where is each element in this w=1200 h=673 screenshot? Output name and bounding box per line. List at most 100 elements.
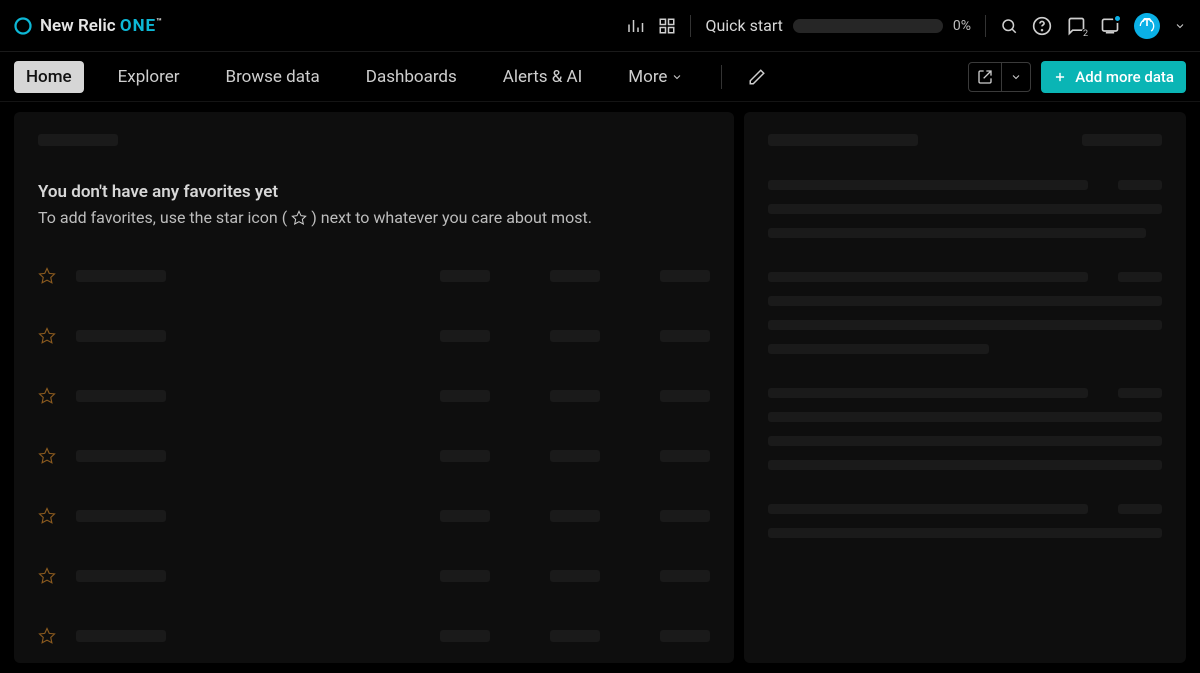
skeleton-bar [660,570,710,582]
nav-explorer[interactable]: Explorer [106,61,192,93]
favorites-skeleton-list [38,267,710,645]
skeleton-bar [660,330,710,342]
favorites-skeleton-row [38,507,710,525]
share-dropdown[interactable] [1001,63,1030,91]
notification-dot [1113,14,1122,23]
share-button[interactable] [969,63,1001,91]
star-icon[interactable] [38,387,56,405]
feed-icon[interactable] [1100,16,1120,36]
skeleton-bar [440,330,490,342]
skeleton-bar [550,390,600,402]
nav-right: Add more data [968,61,1186,93]
skeleton-bar [1118,388,1162,398]
skeleton-bar [768,504,1088,514]
skeleton-bar [76,270,166,282]
skeleton-bar [550,510,600,522]
nav-home[interactable]: Home [14,61,84,93]
skeleton-bar [768,134,918,146]
account-avatar[interactable] [1134,13,1160,39]
skeleton-bar [768,228,1146,238]
feed-item-skeleton [768,388,1162,470]
nav-more-label: More [628,67,667,87]
search-icon[interactable] [1000,17,1018,35]
feed-item-skeleton [768,504,1162,538]
edit-nav-icon[interactable] [748,68,766,86]
brand-tm: ™ [156,17,162,27]
share-control [968,62,1031,92]
favorites-empty-subtitle: To add favorites, use the star icon ( ) … [38,208,710,227]
skeleton-bar [660,630,710,642]
skeleton-bar [768,272,1088,282]
add-data-label: Add more data [1075,68,1174,86]
skeleton-bar [550,630,600,642]
favorites-skeleton-row [38,387,710,405]
skeleton-bar [1082,134,1162,146]
nav-dashboards[interactable]: Dashboards [354,61,469,93]
skeleton-bar [1118,272,1162,282]
quick-start-percent: 0% [953,18,971,34]
skeleton-bar [768,204,1162,214]
star-icon [291,210,307,226]
skeleton-bar [550,570,600,582]
skeleton-bar [440,510,490,522]
favorites-skeleton-row [38,627,710,645]
favorites-sub-a: To add favorites, use the star icon ( [38,208,287,227]
skeleton-bar [768,528,1162,538]
add-data-button[interactable]: Add more data [1041,61,1186,93]
brand-name-b: ONE [120,16,156,36]
skeleton-bar [440,390,490,402]
header-tools: Quick start 0% 2 [626,13,1186,39]
star-icon[interactable] [38,507,56,525]
skeleton-bar [768,460,1162,470]
star-icon[interactable] [38,447,56,465]
star-icon[interactable] [38,267,56,285]
favorites-skeleton-row [38,447,710,465]
skeleton-bar [660,390,710,402]
nav-browse-data[interactable]: Browse data [213,61,331,93]
skeleton-bar [768,412,1162,422]
header-divider [690,15,691,37]
brand-logo[interactable]: New Relic ONE™ [14,16,162,36]
skeleton-bar [76,510,166,522]
header-divider [985,15,986,37]
skeleton-bar [76,390,166,402]
feed-item-skeleton [768,272,1162,354]
chart-icon[interactable] [626,17,644,35]
skeleton-bar [660,450,710,462]
global-header: New Relic ONE™ Quick start 0% [0,0,1200,52]
newrelic-logo-icon [14,17,32,35]
brand-name-a: New Relic [40,16,116,36]
favorites-skeleton-row [38,567,710,585]
chevron-down-icon [671,71,683,83]
skeleton-bar [768,436,1162,446]
skeleton-bar [76,450,166,462]
favorites-sub-b: ) next to whatever you care about most. [311,208,592,227]
favorites-skeleton-row [38,267,710,285]
skeleton-bar [768,388,1088,398]
quick-start[interactable]: Quick start 0% [705,16,971,35]
skeleton-bar [768,320,1162,330]
skeleton-bar [550,270,600,282]
feedback-icon[interactable]: 2 [1066,16,1086,36]
help-icon[interactable] [1032,16,1052,36]
skeleton-bar [550,330,600,342]
skeleton-bar [1118,180,1162,190]
skeleton-bar [76,630,166,642]
nav-divider [721,65,722,89]
star-icon[interactable] [38,327,56,345]
skeleton-bar [440,450,490,462]
star-icon[interactable] [38,567,56,585]
skeleton-bar [660,270,710,282]
whats-new-panel [744,112,1186,663]
nav-alerts-ai[interactable]: Alerts & AI [491,61,594,93]
skeleton-bar [76,570,166,582]
panel-header-skeleton [768,134,1162,146]
apps-icon[interactable] [658,17,676,35]
skeleton-bar [550,450,600,462]
favorites-skeleton-row [38,327,710,345]
nav-more[interactable]: More [616,61,695,93]
content-body: You don't have any favorites yet To add … [0,102,1200,673]
star-icon[interactable] [38,627,56,645]
account-menu-chevron-icon[interactable] [1174,20,1186,32]
skeleton-bar [768,180,1088,190]
